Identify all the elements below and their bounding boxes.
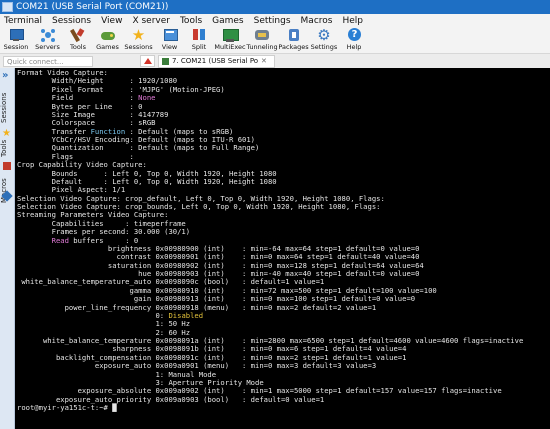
help-icon: ? <box>346 28 362 42</box>
packages-icon <box>286 28 302 42</box>
games-icon <box>100 28 116 42</box>
terminal-text: root@myir-ya151c-t:~# <box>17 403 113 412</box>
toolbar-tools-label: Tools <box>69 43 86 51</box>
tab-close-icon[interactable]: ✕ <box>261 57 267 65</box>
session-tab-bar: Quick connect... 7. COM21 (USB Serial Po… <box>0 54 550 68</box>
toolbar-sessions-label: Sessions <box>124 43 153 51</box>
menu-help[interactable]: Help <box>338 16 369 26</box>
menu-tools[interactable]: Tools <box>176 16 208 26</box>
side-panel: » Sessions ★ Tools Macros <box>0 68 15 429</box>
multiexec-icon <box>222 28 239 42</box>
toolbar-session-button[interactable]: Session <box>0 27 32 53</box>
toolbar-help-label: Help <box>346 43 362 51</box>
terminal-view[interactable]: Format Video Capture: Width/Height : 192… <box>15 68 550 429</box>
menu-sessions[interactable]: Sessions <box>48 16 97 26</box>
toolbar-tunneling-button[interactable]: Tunneling <box>246 27 278 53</box>
session-tab-label: 7. COM21 (USB Serial Port (COM2’ <box>172 57 258 65</box>
toolbar-tools-button[interactable]: Tools <box>63 27 93 53</box>
toolbar-games-label: Games <box>96 43 119 51</box>
toolbar-session-label: Session <box>3 43 29 51</box>
serial-port-icon <box>162 57 169 65</box>
servers-icon <box>40 28 56 42</box>
sidebar-tab-tools[interactable]: Tools <box>0 136 14 160</box>
menu-terminal[interactable]: Terminal <box>0 16 48 26</box>
toolbar-split-button[interactable]: Split <box>184 27 214 53</box>
toolbar-view-label: View <box>161 43 178 51</box>
toolbar-settings-button[interactable]: ⚙ Settings <box>309 27 339 53</box>
session-icon <box>8 28 24 42</box>
toolbar-servers-label: Servers <box>35 43 60 51</box>
toolbar-multiexec-label: MultiExec <box>214 43 246 51</box>
toolbar-split-label: Split <box>191 43 207 51</box>
mobaxterm-app-icon <box>2 2 13 12</box>
sidebar-tools-icon <box>3 162 11 170</box>
toolbar-settings-label: Settings <box>310 43 338 51</box>
window-title: COM21 (USB Serial Port (COM21)) <box>16 2 169 12</box>
split-icon <box>191 28 207 42</box>
main-toolbar: Session Servers Tools Games ★ Sessions V… <box>0 27 550 54</box>
session-tab-com21[interactable]: 7. COM21 (USB Serial Port (COM2’ ✕ <box>158 54 275 68</box>
toolbar-servers-button[interactable]: Servers <box>32 27 63 53</box>
sidebar-tab-sessions[interactable]: Sessions <box>0 90 14 126</box>
menu-bar: Terminal Sessions View X server Tools Ga… <box>0 14 550 27</box>
terminal-cursor: █ <box>112 403 117 412</box>
tools-icon <box>70 28 86 43</box>
toolbar-tunneling-label: Tunneling <box>246 43 278 51</box>
shell-prompt-line: root@myir-ya151c-t:~# █ <box>17 403 550 412</box>
quick-connect-input[interactable]: Quick connect... <box>3 55 93 67</box>
sidebar-collapse-icon[interactable]: » <box>2 70 8 81</box>
toolbar-help-button[interactable]: ? Help <box>339 27 369 53</box>
window-titlebar: COM21 (USB Serial Port (COM21)) <box>0 0 550 14</box>
menu-macros[interactable]: Macros <box>297 16 339 26</box>
sessions-star-icon: ★ <box>131 26 146 44</box>
toolbar-games-button[interactable]: Games <box>93 27 122 53</box>
toolbar-view-button[interactable]: View <box>155 27 184 53</box>
menu-settings[interactable]: Settings <box>250 16 297 26</box>
menu-view[interactable]: View <box>97 16 128 26</box>
settings-icon: ⚙ <box>317 26 331 44</box>
home-tab[interactable] <box>140 55 155 67</box>
toolbar-multiexec-button[interactable]: MultiExec <box>214 27 246 53</box>
toolbar-packages-label: Packages <box>278 43 309 51</box>
menu-x-server[interactable]: X server <box>128 16 176 26</box>
toolbar-sessions-button[interactable]: ★ Sessions <box>122 27 155 53</box>
terminal-output: Format Video Capture: Width/Height : 192… <box>15 68 550 412</box>
menu-games[interactable]: Games <box>208 16 249 26</box>
tunneling-icon <box>254 28 270 42</box>
home-icon <box>143 58 152 64</box>
toolbar-packages-button[interactable]: Packages <box>278 27 309 53</box>
view-icon <box>162 28 178 42</box>
